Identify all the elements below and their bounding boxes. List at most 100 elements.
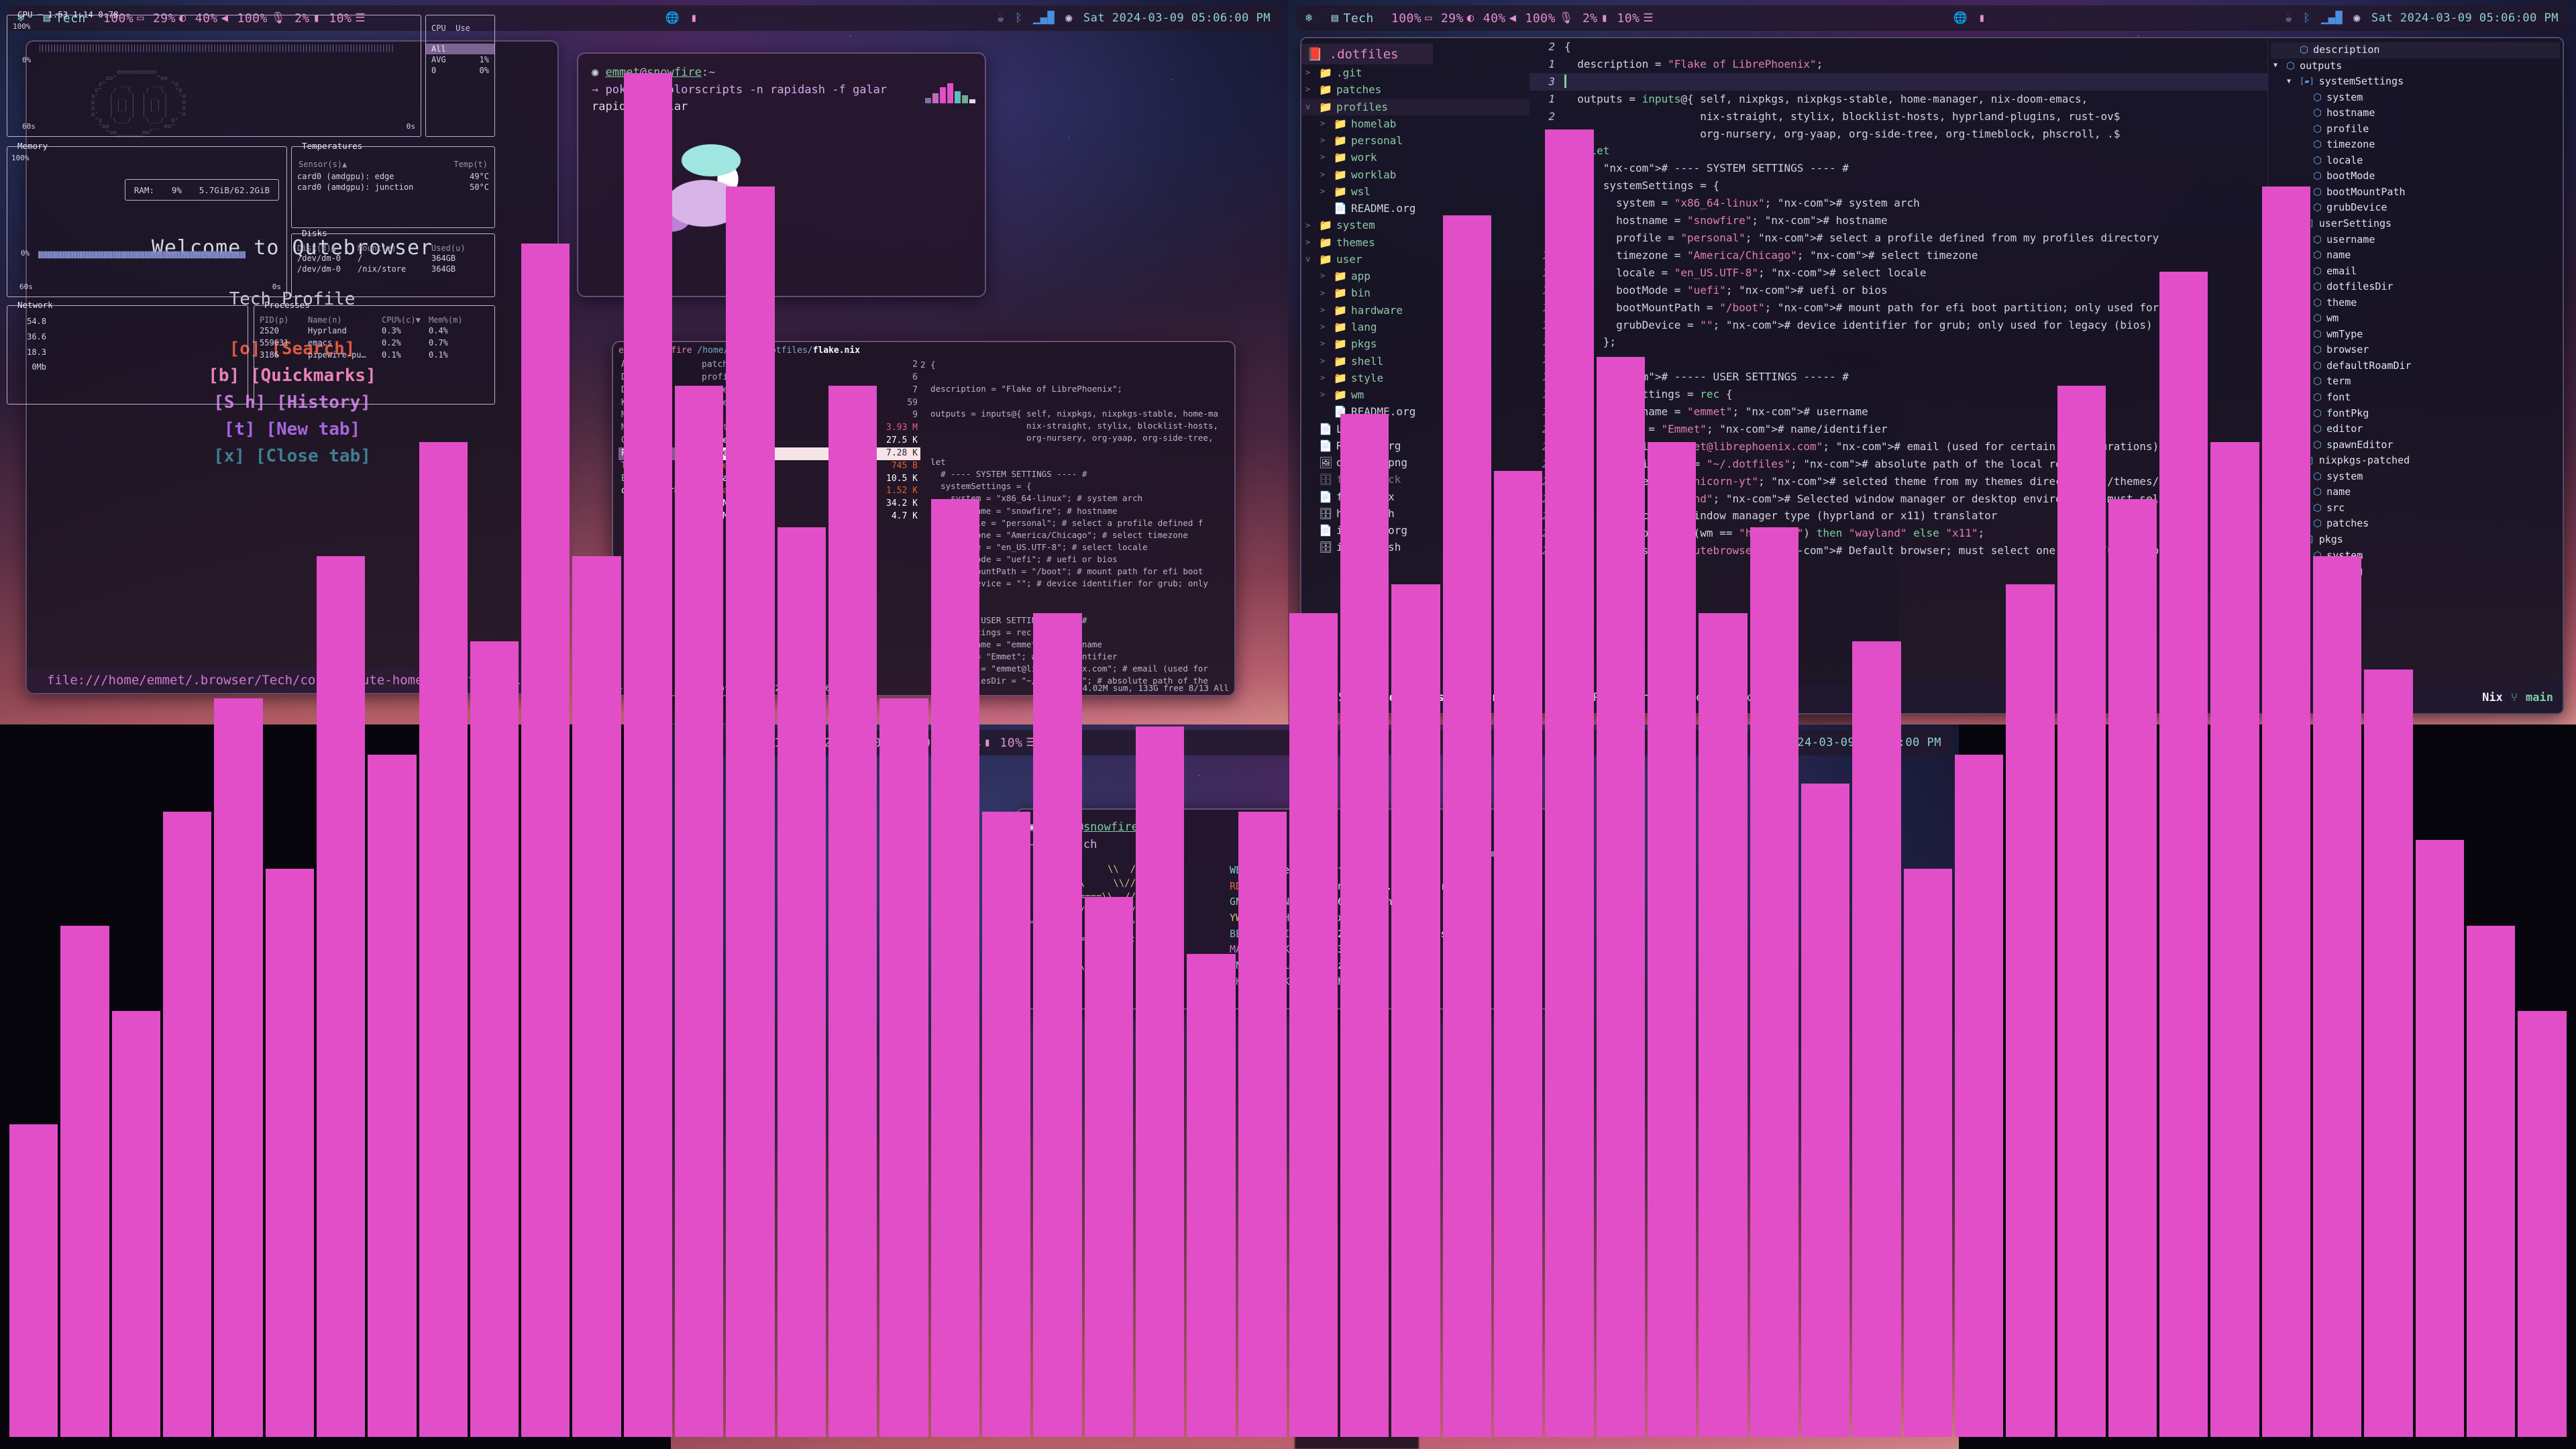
th-1[interactable]: Mount(m) — [358, 244, 431, 253]
cava-bar — [265, 868, 314, 1437]
cava-bar — [2261, 186, 2311, 1437]
btop-cpu-core-label: All — [431, 44, 446, 54]
btop-cpu-ymax: 100% — [13, 22, 31, 31]
cava-bar — [1954, 755, 2004, 1437]
btop-disk-used: 364GB — [431, 254, 456, 263]
cava-bar — [1903, 868, 1952, 1437]
th-0[interactable]: PID(p) — [260, 315, 308, 325]
cava-bar — [726, 186, 775, 1437]
th-sensor: Sensor(s)▲ — [299, 160, 347, 169]
cava-bar — [214, 698, 263, 1437]
btop-temperatures-title: Temperatures — [302, 141, 363, 151]
btop-disk-mount: /nix/store — [358, 264, 407, 274]
cava-bar — [111, 1010, 160, 1437]
cava-bar — [1391, 584, 1440, 1437]
btop-process-row[interactable]: 559631 emacs 0.2% 0.7% — [260, 337, 489, 349]
btop-ram-label: RAM: — [133, 184, 155, 195]
btop-memory-title: Memory — [17, 141, 48, 151]
btop-network-ytick: 36.6 — [27, 331, 46, 341]
cava-bar — [2415, 840, 2464, 1437]
btop-process-pid: 3186 — [260, 350, 279, 360]
btop-processes-title: Processes — [264, 300, 310, 310]
btop-process-cpu: 0.3% — [382, 326, 401, 335]
cava-bar — [162, 812, 212, 1437]
btop-cpu-side-panel: CPU Use All AVG 1% 0 0% — [425, 15, 495, 137]
btop-process-name: pipewire-pu… — [308, 350, 366, 360]
btop-process-pid: 559631 — [260, 338, 289, 347]
cava-bar — [675, 385, 724, 1437]
table-header-row: Disk(d)▲ Mount(m) Used(u) — [297, 244, 489, 253]
cava-bar — [419, 442, 468, 1437]
btop-cpu-core-row[interactable]: 0 0% — [426, 65, 494, 76]
btop-cpu-ymin: 0% — [22, 56, 32, 64]
btop-temperature-row: card0 (amdgpu): junction 50°C — [297, 182, 489, 193]
cava-bar — [2467, 925, 2516, 1437]
cava-bar — [930, 499, 979, 1437]
th-3[interactable]: Mem%(m) — [429, 315, 476, 325]
btop-cpu-side-rows: All AVG 1% 0 0% — [426, 33, 494, 76]
cava-bar — [572, 555, 621, 1437]
cava-bars — [9, 16, 2567, 1437]
cava-bar — [1135, 727, 1185, 1437]
cava-bar — [1238, 812, 1287, 1437]
btop-temperature-sensor: card0 (amdgpu): edge — [297, 172, 394, 181]
btop-disk-row: /dev/dm-0/nix/store 364GB — [297, 264, 489, 274]
cava-bar — [1340, 414, 1389, 1437]
btop-cpu-core-row[interactable]: All — [426, 44, 494, 54]
btop-disk-row: /dev/dm-0 / 364GB — [297, 253, 489, 264]
btop-temperature-value: 50°C — [470, 182, 489, 192]
btop-cpu-core-value: 1% — [479, 55, 489, 64]
cava-bar — [1289, 612, 1338, 1437]
cava-bar — [2364, 669, 2413, 1437]
th-2[interactable]: Used(u) — [431, 244, 485, 253]
btop-process-name: Hyprland — [308, 326, 347, 335]
cava-bar — [2057, 385, 2106, 1437]
cava-bar — [1648, 442, 1697, 1437]
cava-bar — [2518, 1010, 2567, 1437]
btop-network-ytick: 0Mb — [32, 362, 46, 372]
btop-temperature-row: card0 (amdgpu): edge 49°C — [297, 171, 489, 182]
btop-temperatures-panel: Temperatures Sensor(s)▲ Temp(t) card0 (a… — [291, 141, 495, 228]
cava-bar — [2210, 442, 2259, 1437]
btop-mem-xright: 0s — [272, 282, 281, 291]
btop-cpu-core-row[interactable]: AVG 1% — [426, 54, 494, 65]
th-2[interactable]: CPU%(c)▼ — [382, 315, 429, 325]
btop-ram-used: 5.7GiB/62.2GiB — [199, 184, 270, 195]
btop-cpu-panel: CPU ─ 1.53 1.14 0.78 100% 0% ▏▏▏▏▏▏▏▏▏▏▏… — [7, 9, 421, 137]
btop-disk-rows: Disk(d)▲ Mount(m) Used(u)/dev/dm-0/364GB/d… — [292, 234, 494, 274]
btop-temperatures-table: Sensor(s)▲ Temp(t) — [292, 158, 494, 171]
btop-process-name: emacs — [308, 338, 333, 347]
th-0[interactable]: Disk(d)▲ — [297, 244, 358, 253]
btop-memory-graph: ▊▊▊▊▊▊▊▊▊▊▊▊▊▊▊▊▊▊▊▊▊▊▊▊▊▊▊▊▊▊▊▊▊▊▊▊▊▊▊▊… — [38, 252, 246, 259]
btop-processes-panel: Processes PID(p) Name(n) CPU%(c)▼ Mem%(m) 25… — [254, 300, 495, 405]
cava-bar — [879, 698, 928, 1437]
cava-bar — [368, 755, 417, 1437]
btop-process-row[interactable]: 3186 pipewire-pu… 0.1% 0.1% — [260, 349, 489, 361]
btop-processes-table: PID(p) Name(n) CPU%(c)▼ Mem%(m) 2520 Hyprland… — [254, 306, 494, 361]
btop-process-pid: 2520 — [260, 326, 279, 335]
btop-disk-used: 364GB — [431, 264, 456, 274]
cava-bar — [1084, 897, 1133, 1437]
cava-bar — [828, 385, 877, 1437]
cava-bar — [1494, 470, 1543, 1437]
btop-mem-ymax: 100% — [11, 154, 30, 162]
cava-bar — [2108, 499, 2157, 1437]
btop-network-ytick: 18.3 — [27, 347, 46, 357]
th-1[interactable]: Name(n) — [308, 315, 382, 325]
cava-bar — [2313, 555, 2362, 1437]
cava-bar — [60, 925, 109, 1437]
cava-bar — [623, 72, 673, 1437]
btop-process-cpu: 0.2% — [382, 338, 401, 347]
btop-network-ytick: 54.8 — [27, 317, 46, 326]
cava-bar — [316, 555, 366, 1437]
cava-bar — [1852, 641, 1901, 1437]
btop-cpu-side-header: CPU Use — [431, 23, 470, 33]
btop-disk-device: /dev/dm-0 — [297, 254, 341, 263]
btop-process-cpu: 0.1% — [382, 350, 401, 360]
cava-bar — [1699, 612, 1748, 1437]
table-header-row: PID(p) Name(n) CPU%(c)▼ Mem%(m) — [260, 315, 489, 325]
cava-bar — [1442, 215, 1492, 1437]
btop-disks-title: Disks — [302, 228, 327, 238]
btop-process-row[interactable]: 2520 Hyprland 0.3% 0.4% — [260, 325, 489, 337]
btop-mem-xleft: 60s — [19, 282, 33, 291]
